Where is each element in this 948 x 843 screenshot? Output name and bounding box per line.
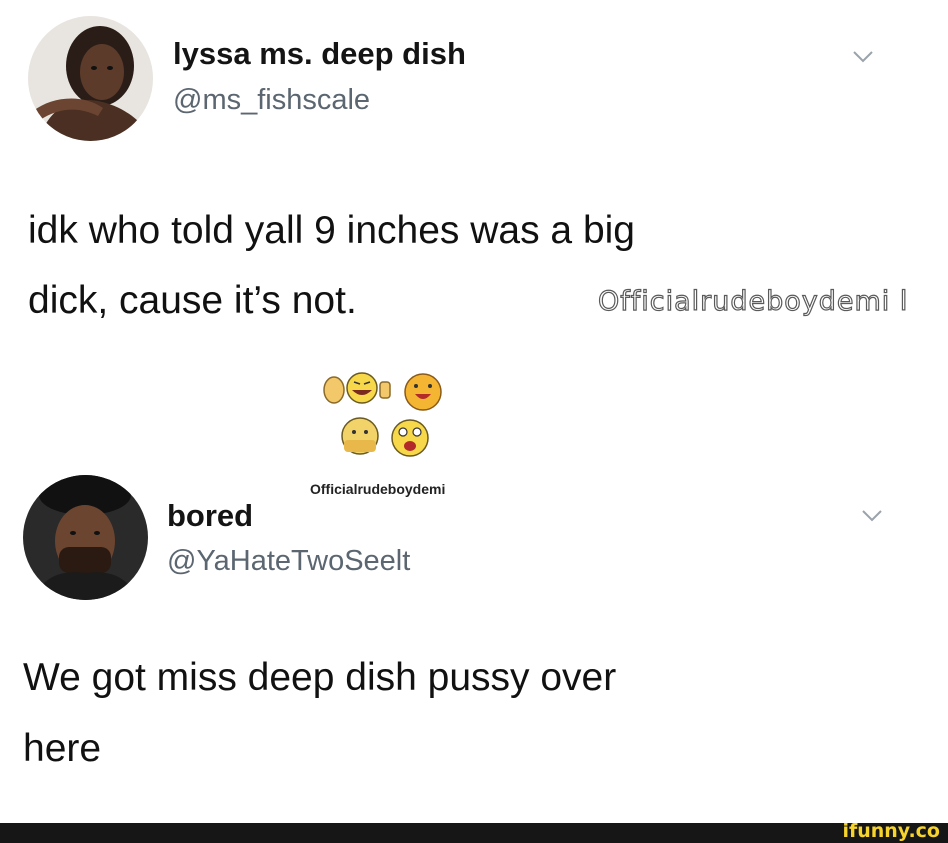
avatar[interactable]	[23, 475, 148, 600]
tweet-text-line: dick, cause it’s not.	[28, 279, 357, 322]
sweating-face-emoji	[341, 417, 379, 455]
chevron-down-icon[interactable]	[861, 509, 883, 523]
chevron-down-icon[interactable]	[852, 50, 874, 64]
emoji-cluster	[318, 364, 448, 464]
clapping-hands-emoji	[323, 376, 345, 404]
user-photo	[28, 16, 153, 141]
brand-logo-text[interactable]: ifunny.co	[842, 820, 940, 842]
watermark-text: Officialrudeboydemi l	[597, 285, 909, 317]
user-handle[interactable]: @ms_fishscale	[173, 84, 370, 117]
laughing-face-emoji	[346, 372, 378, 404]
display-name[interactable]: bored	[167, 498, 253, 534]
footer-bar: ifunny.co	[0, 820, 948, 843]
user-photo	[23, 475, 148, 600]
tweet-text-line: here	[23, 727, 102, 770]
thumbs-up-emoji	[379, 381, 391, 399]
shocked-face-emoji	[404, 373, 442, 411]
user-handle[interactable]: @YaHateTwoSeelt	[167, 545, 410, 578]
display-name[interactable]: lyssa ms. deep dish	[173, 36, 466, 72]
tweet-text-line: idk who told yall 9 inches was a big	[28, 209, 635, 252]
avatar[interactable]	[28, 16, 153, 141]
screaming-face-emoji	[391, 419, 429, 457]
watermark-text: Officialrudeboydemi	[310, 481, 446, 497]
tweet-text-line: We got miss deep dish pussy over	[23, 656, 617, 699]
